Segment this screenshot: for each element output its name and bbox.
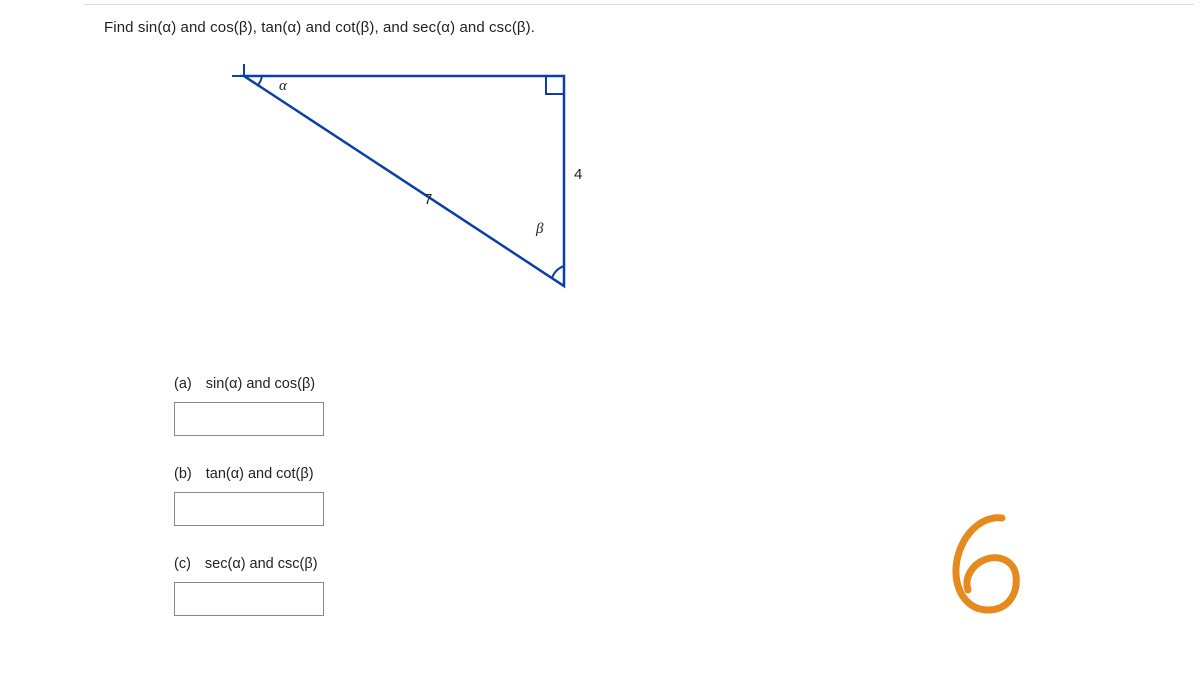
triangle-figure: α β 7 4	[224, 56, 624, 306]
side-length: 4	[574, 166, 582, 183]
part-b-text: tan(α) and cot(β)	[206, 466, 314, 482]
part-a: (a) sin(α) and cos(β)	[174, 376, 1174, 436]
handwritten-annotation	[940, 510, 1030, 620]
part-a-text: sin(α) and cos(β)	[206, 376, 315, 392]
part-b-letter: (b)	[174, 466, 192, 482]
handwritten-six-icon	[940, 510, 1030, 620]
part-b-label: (b) tan(α) and cot(β)	[174, 466, 1174, 482]
alpha-label: α	[279, 78, 287, 95]
part-c-text: sec(α) and csc(β)	[205, 556, 318, 572]
part-a-label: (a) sin(α) and cos(β)	[174, 376, 1174, 392]
part-a-input[interactable]	[174, 402, 324, 436]
part-a-letter: (a)	[174, 376, 192, 392]
beta-label: β	[536, 221, 543, 238]
hypotenuse-length: 7	[424, 191, 432, 208]
part-b-input[interactable]	[174, 492, 324, 526]
part-c-letter: (c)	[174, 556, 191, 572]
part-c-input[interactable]	[174, 582, 324, 616]
question-prompt: Find sin(α) and cos(β), tan(α) and cot(β…	[104, 19, 1174, 36]
